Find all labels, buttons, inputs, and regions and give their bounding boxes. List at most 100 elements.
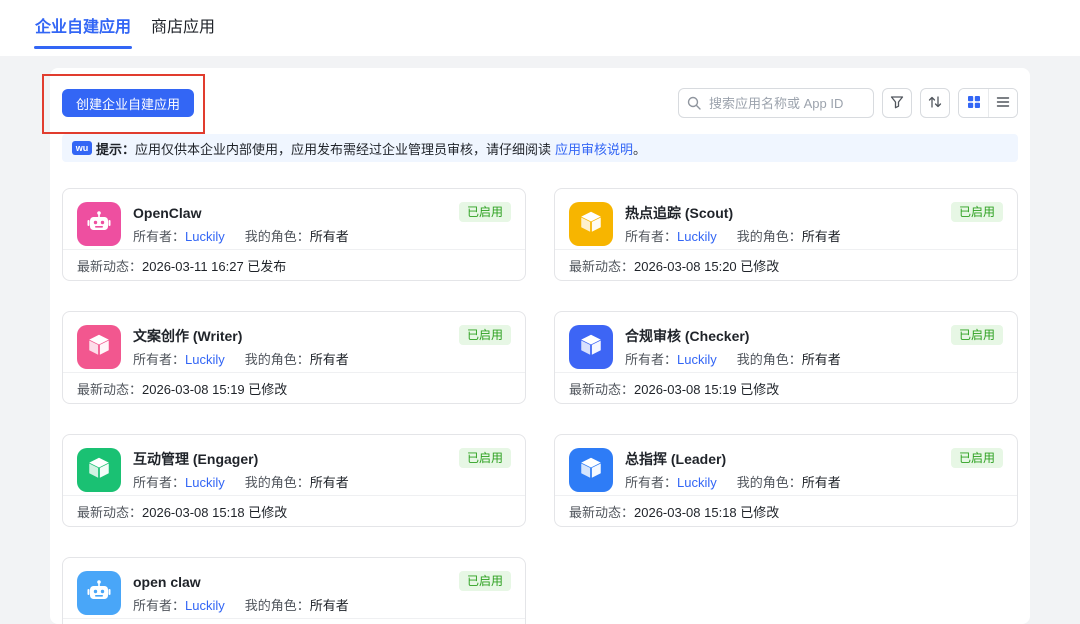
app-card-text: 合规审核 (Checker) 所有者：Luckily 我的角色：所有者	[625, 325, 841, 369]
app-card-head: OpenClaw 所有者：Luckily 我的角色：所有者 已启用	[63, 189, 525, 249]
owner-link[interactable]: Luckily	[677, 475, 717, 490]
app-card[interactable]: 文案创作 (Writer) 所有者：Luckily 我的角色：所有者 已启用 最新…	[62, 311, 526, 404]
create-app-button[interactable]: 创建企业自建应用	[62, 89, 195, 117]
app-name: 总指挥 (Leader)	[625, 451, 727, 467]
list-view-icon	[995, 94, 1011, 113]
owner-label: 所有者：	[625, 352, 678, 367]
app-card[interactable]: 合规审核 (Checker) 所有者：Luckily 我的角色：所有者 已启用 最…	[554, 311, 1018, 404]
app-name: OpenClaw	[133, 205, 202, 221]
app-card-text: open claw 所有者：Luckily 我的角色：所有者	[133, 571, 349, 615]
owner-link[interactable]: Luckily	[677, 229, 717, 244]
owner-link[interactable]: Luckily	[185, 229, 225, 244]
search-input[interactable]	[678, 88, 874, 118]
app-card-head: 热点追踪 (Scout) 所有者：Luckily 我的角色：所有者 已启用	[555, 189, 1017, 249]
owner-label: 所有者：	[133, 475, 186, 490]
app-name: 热点追踪 (Scout)	[625, 205, 734, 221]
app-card-footer: 最新动态： 2026-03-08 15:19 已修改	[63, 372, 525, 403]
app-icon	[77, 571, 121, 615]
filter-button[interactable]	[882, 88, 912, 118]
app-icon	[77, 448, 121, 492]
app-card-text: 互动管理 (Engager) 所有者：Luckily 我的角色：所有者	[133, 448, 349, 492]
role-label: 我的角色：	[736, 229, 802, 244]
app-card-footer: 最新动态： 2026-03-08 15:18 已修改	[63, 495, 525, 526]
latest-label: 最新动态：	[569, 381, 635, 397]
cube-icon	[578, 209, 604, 240]
app-name: 合规审核 (Checker)	[625, 328, 750, 344]
review-guide-link[interactable]: 应用审核说明	[555, 139, 633, 158]
app-card-head: open claw 所有者：Luckily 我的角色：所有者 已启用	[63, 558, 525, 618]
latest-value: 2026-03-08 15:19 已修改	[634, 381, 780, 397]
app-card[interactable]: OpenClaw 所有者：Luckily 我的角色：所有者 已启用 最新动态： 20…	[62, 188, 526, 281]
app-card[interactable]: open claw 所有者：Luckily 我的角色：所有者 已启用 最新动态：	[62, 557, 526, 624]
grid-view-icon	[966, 94, 982, 113]
notice-text: 应用仅供本企业内部使用，应用发布需经过企业管理员审核，请仔细阅读	[135, 141, 552, 157]
app-meta: 所有者：Luckily 我的角色：所有者	[625, 351, 841, 369]
role-value: 所有者	[309, 598, 349, 613]
notice-banner: wu 提示： 应用仅供本企业内部使用，应用发布需经过企业管理员审核，请仔细阅读 …	[62, 134, 1018, 162]
app-card-head: 合规审核 (Checker) 所有者：Luckily 我的角色：所有者 已启用	[555, 312, 1017, 372]
owner-label: 所有者：	[133, 352, 186, 367]
owner-link[interactable]: Luckily	[185, 475, 225, 490]
owner-link[interactable]: Luckily	[677, 352, 717, 367]
filter-icon	[889, 94, 905, 113]
app-meta: 所有者：Luckily 我的角色：所有者	[133, 597, 349, 615]
latest-value: 2026-03-08 15:18 已修改	[634, 504, 780, 520]
latest-label: 最新动态：	[77, 381, 143, 397]
latest-value: 2026-03-08 15:19 已修改	[142, 381, 288, 397]
app-meta: 所有者：Luckily 我的角色：所有者	[133, 474, 349, 492]
app-icon	[77, 202, 121, 246]
app-card-text: 热点追踪 (Scout) 所有者：Luckily 我的角色：所有者	[625, 202, 841, 246]
owner-link[interactable]: Luckily	[185, 352, 225, 367]
app-icon	[77, 325, 121, 369]
tab-store-apps[interactable]: 商店应用	[151, 17, 215, 39]
top-tab-bar: 企业自建应用 商店应用	[0, 0, 1080, 56]
role-value: 所有者	[309, 475, 349, 490]
notice-prefix: 提示：	[96, 141, 136, 157]
status-badge: 已启用	[458, 571, 511, 591]
app-card-footer: 最新动态： 2026-03-08 15:20 已修改	[555, 249, 1017, 280]
list-view-button[interactable]	[988, 89, 1017, 117]
app-name: 文案创作 (Writer)	[133, 328, 243, 344]
app-icon	[569, 325, 613, 369]
app-card-footer: 最新动态： 2026-03-11 16:27 已发布	[63, 249, 525, 280]
latest-value: 2026-03-11 16:27 已发布	[142, 258, 287, 274]
app-card-head: 总指挥 (Leader) 所有者：Luckily 我的角色：所有者 已启用	[555, 435, 1017, 495]
owner-link[interactable]: Luckily	[185, 598, 225, 613]
main-panel: 创建企业自建应用 搜索应用名称或 App ID wu 提示： 应用仅供本企业内部…	[50, 68, 1030, 624]
status-badge: 已启用	[950, 448, 1003, 468]
latest-label: 最新动态：	[77, 258, 143, 274]
sort-button[interactable]	[920, 88, 950, 118]
status-badge: 已启用	[458, 448, 511, 468]
grid-view-button[interactable]	[959, 89, 988, 117]
owner-label: 所有者：	[625, 475, 678, 490]
latest-label: 最新动态：	[77, 504, 143, 520]
app-card-footer: 最新动态： 2026-03-08 15:19 已修改	[555, 372, 1017, 403]
role-label: 我的角色：	[736, 475, 802, 490]
notice-suffix: 。	[633, 141, 647, 157]
wu-logo-badge: wu	[72, 141, 92, 155]
tab-self-built-apps[interactable]: 企业自建应用	[33, 17, 133, 49]
app-card[interactable]: 总指挥 (Leader) 所有者：Luckily 我的角色：所有者 已启用 最新动…	[554, 434, 1018, 527]
app-card[interactable]: 互动管理 (Engager) 所有者：Luckily 我的角色：所有者 已启用 最…	[62, 434, 526, 527]
toolbar: 创建企业自建应用	[62, 88, 1018, 118]
role-value: 所有者	[801, 475, 841, 490]
app-icon	[569, 202, 613, 246]
app-icon	[569, 448, 613, 492]
sort-icon	[927, 94, 943, 113]
cube-icon	[578, 455, 604, 486]
status-badge: 已启用	[950, 325, 1003, 345]
app-card[interactable]: 热点追踪 (Scout) 所有者：Luckily 我的角色：所有者 已启用 最新动…	[554, 188, 1018, 281]
owner-label: 所有者：	[133, 229, 186, 244]
app-card-head: 互动管理 (Engager) 所有者：Luckily 我的角色：所有者 已启用	[63, 435, 525, 495]
role-value: 所有者	[309, 352, 349, 367]
app-card-text: 文案创作 (Writer) 所有者：Luckily 我的角色：所有者	[133, 325, 349, 369]
role-value: 所有者	[801, 352, 841, 367]
app-card-footer: 最新动态：	[63, 618, 525, 624]
app-card-head: 文案创作 (Writer) 所有者：Luckily 我的角色：所有者 已启用	[63, 312, 525, 372]
app-card-text: OpenClaw 所有者：Luckily 我的角色：所有者	[133, 202, 349, 246]
toolbar-right	[678, 88, 1018, 118]
app-grid: OpenClaw 所有者：Luckily 我的角色：所有者 已启用 最新动态： 20…	[62, 188, 1018, 624]
app-card-text: 总指挥 (Leader) 所有者：Luckily 我的角色：所有者	[625, 448, 841, 492]
status-badge: 已启用	[458, 202, 511, 222]
latest-value: 2026-03-08 15:18 已修改	[142, 504, 288, 520]
